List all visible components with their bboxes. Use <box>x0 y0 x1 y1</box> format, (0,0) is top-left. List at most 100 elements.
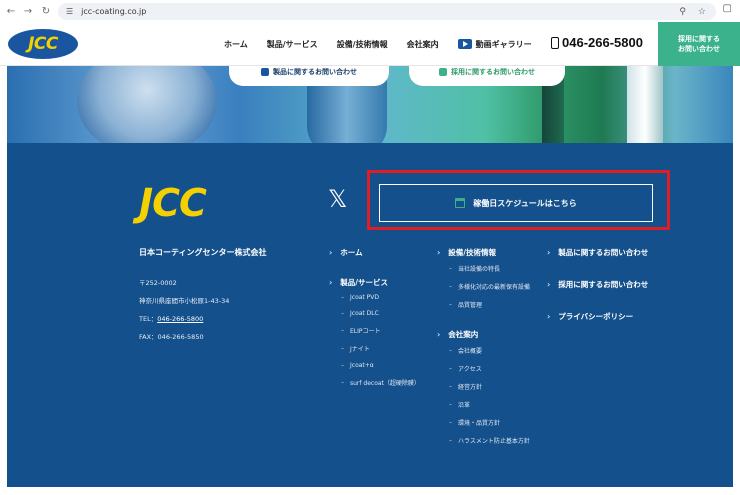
nav-video-gallery[interactable]: 動画ギャラリー <box>457 39 532 50</box>
sublink-label: 経営方針 <box>458 384 483 391</box>
footer-sublink[interactable]: – 多様化対応の最新保有設備 <box>449 282 530 291</box>
footer-sublink[interactable]: – 沿革 <box>449 400 530 409</box>
site-logo[interactable]: JCC <box>8 29 78 59</box>
sublink-label: 沿革 <box>458 402 471 409</box>
x-social-icon[interactable]: 𝕏 <box>328 185 347 213</box>
footer-sublink[interactable]: – ハラスメント防止基本方針 <box>449 436 530 445</box>
footer-nav-products: › 製品/サービス – Jcoat PVD – Jcoat DLC – ELIPコート… <box>329 277 420 387</box>
sublink-label: 多様化対応の最新保有設備 <box>458 284 531 291</box>
footer-sublink[interactable]: – 経営方針 <box>449 382 530 391</box>
url-text: jcc-coating.co.jp <box>81 7 147 16</box>
footer-link-equipment[interactable]: › 設備/技術情報 <box>437 247 530 258</box>
phone-number: 046-266-5800 <box>562 35 643 50</box>
footer-link-home[interactable]: › ホーム <box>329 247 363 258</box>
chevron-right-icon: › <box>329 278 333 287</box>
chevron-right-icon: › <box>547 312 551 321</box>
footer-link-label: 製品/サービス <box>340 278 389 287</box>
fax-line: FAX：046-266-5850 <box>139 333 204 341</box>
footer-link-recruit-inquiry[interactable]: › 採用に関するお問い合わせ <box>547 279 648 290</box>
footer-sublink[interactable]: – 当社設備の特長 <box>449 264 530 273</box>
product-inquiry-card[interactable]: 製品に関するお問い合わせ <box>229 66 389 86</box>
sublink-label: 当社設備の特長 <box>458 266 501 273</box>
sublink-label: Jcoat+α <box>350 362 374 369</box>
footer-link-label: 製品に関するお問い合わせ <box>558 248 649 257</box>
sublink-label: surf decoat（超硬除膜） <box>350 380 420 387</box>
sublink-label: ELIPコート <box>350 328 381 335</box>
chevron-right-icon: › <box>437 330 441 339</box>
footer-sublink[interactable]: – 品質管理 <box>449 300 530 309</box>
recruit-inquiry-card[interactable]: 採用に関するお問い合わせ <box>409 66 565 86</box>
footer-nav-company: › 会社案内 – 会社概要 – アクセス – 経営方針 – 沿革 – 環境・品質方針 – ハ… <box>437 329 530 445</box>
footer-sublink[interactable]: – 会社概要 <box>449 346 530 355</box>
forward-icon[interactable]: → <box>19 2 37 20</box>
nav-products[interactable]: 製品/サービス <box>267 39 318 50</box>
tel-label: TEL： <box>139 315 158 323</box>
recruit-inquiry-button[interactable]: 採用に関する お問い合わせ <box>658 22 740 66</box>
recruit-inquiry-label: 採用に関するお問い合わせ <box>451 68 535 76</box>
chevron-right-icon: › <box>547 280 551 289</box>
footer-link-label: 採用に関するお問い合わせ <box>558 280 649 289</box>
footer-sublink[interactable]: – surf decoat（超硬除膜） <box>341 378 420 387</box>
address: 神奈川県座間市小松原1-43-34 <box>139 297 230 305</box>
recruit-line2: お問い合わせ <box>678 45 720 53</box>
zoom-icon[interactable]: ⚲ <box>679 7 686 17</box>
address-bar[interactable]: ☰ jcc-coating.co.jp ⚲ ☆ <box>58 3 716 20</box>
nav-company[interactable]: 会社案内 <box>407 39 439 50</box>
chevron-right-icon: › <box>329 248 333 257</box>
sublink-label: アクセス <box>458 366 482 373</box>
footer-sublink[interactable]: – 環境・品質方針 <box>449 418 530 427</box>
reload-icon[interactable]: ↻ <box>37 2 55 20</box>
bookmark-star-icon[interactable]: ☆ <box>698 7 706 17</box>
hero-decor <box>77 66 217 143</box>
footer-link-label: 設備/技術情報 <box>448 248 497 257</box>
footer-sublink[interactable]: – Jcoat PVD <box>341 294 420 301</box>
footer-nav-equipment: › 設備/技術情報 – 当社設備の特長 – 多様化対応の最新保有設備 – 品質管理 <box>437 247 530 309</box>
back-icon[interactable]: ← <box>2 2 20 20</box>
footer-link-product-inquiry[interactable]: › 製品に関するお問い合わせ <box>547 247 648 258</box>
postal-code: 〒252-0002 <box>139 279 177 287</box>
footer-nav-col3: › 製品に関するお問い合わせ › 採用に関するお問い合わせ › プライバシーポリ… <box>547 247 648 322</box>
site-header: JCC ホーム 製品/サービス 設備/技術情報 会社案内 動画ギャラリー 046… <box>0 22 740 66</box>
chevron-right-icon: › <box>437 248 441 257</box>
nav-home[interactable]: ホーム <box>224 39 248 50</box>
schedule-button[interactable]: 稼働日スケジュールはこちら <box>379 184 653 222</box>
company-name: 日本コーティングセンター株式会社 <box>139 248 267 257</box>
footer-sublink[interactable]: – Jナイト <box>341 344 420 353</box>
footer-link-privacy[interactable]: › プライバシーポリシー <box>547 311 648 322</box>
footer-link-products[interactable]: › 製品/サービス <box>329 277 420 288</box>
logo-text: JCC <box>28 34 58 54</box>
hero-decor <box>627 66 663 143</box>
hero-image: 製品に関するお問い合わせ 採用に関するお問い合わせ <box>7 66 733 143</box>
footer-sublink[interactable]: – Jcoat DLC <box>341 310 420 317</box>
footer-sublink[interactable]: – アクセス <box>449 364 530 373</box>
schedule-button-label: 稼働日スケジュールはこちら <box>473 198 577 208</box>
browser-toolbar: ← → ↻ ☰ jcc-coating.co.jp ⚲ ☆ ▢ <box>0 0 740 22</box>
tel-link[interactable]: 046-266-5800 <box>157 315 203 323</box>
nav-equipment[interactable]: 設備/技術情報 <box>337 39 388 50</box>
check-icon <box>439 68 447 76</box>
nav-video-label: 動画ギャラリー <box>475 39 532 49</box>
sublink-label: ハラスメント防止基本方針 <box>458 438 530 445</box>
site-info-icon[interactable]: ☰ <box>66 7 73 16</box>
site-footer: JCC 𝕏 稼働日スケジュールはこちら 日本コーティングセンター株式会社 〒25… <box>7 143 733 487</box>
sublink-label: Jcoat PVD <box>350 294 380 301</box>
footer-link-label: ホーム <box>340 248 363 257</box>
footer-link-label: プライバシーポリシー <box>558 312 634 321</box>
extensions-icon[interactable]: ▢ <box>723 3 732 14</box>
footer-link-label: 会社案内 <box>448 330 479 339</box>
global-nav: ホーム 製品/サービス 設備/技術情報 会社案内 動画ギャラリー <box>224 22 532 66</box>
sublink-label: 環境・品質方針 <box>458 420 501 427</box>
check-icon <box>261 68 269 76</box>
header-phone[interactable]: 046-266-5800 <box>551 35 643 50</box>
sublink-label: 会社概要 <box>458 348 483 355</box>
phone-icon <box>551 36 559 49</box>
footer-sublink[interactable]: – Jcoat+α <box>341 362 420 369</box>
footer-sublink[interactable]: – ELIPコート <box>341 326 420 335</box>
recruit-line1: 採用に関する <box>678 35 720 43</box>
footer-logo[interactable]: JCC <box>139 181 207 225</box>
calendar-icon <box>455 198 466 208</box>
footer-link-company[interactable]: › 会社案内 <box>437 329 530 340</box>
chevron-right-icon: › <box>547 248 551 257</box>
product-inquiry-label: 製品に関するお問い合わせ <box>273 68 357 76</box>
sublink-label: Jナイト <box>350 346 370 353</box>
